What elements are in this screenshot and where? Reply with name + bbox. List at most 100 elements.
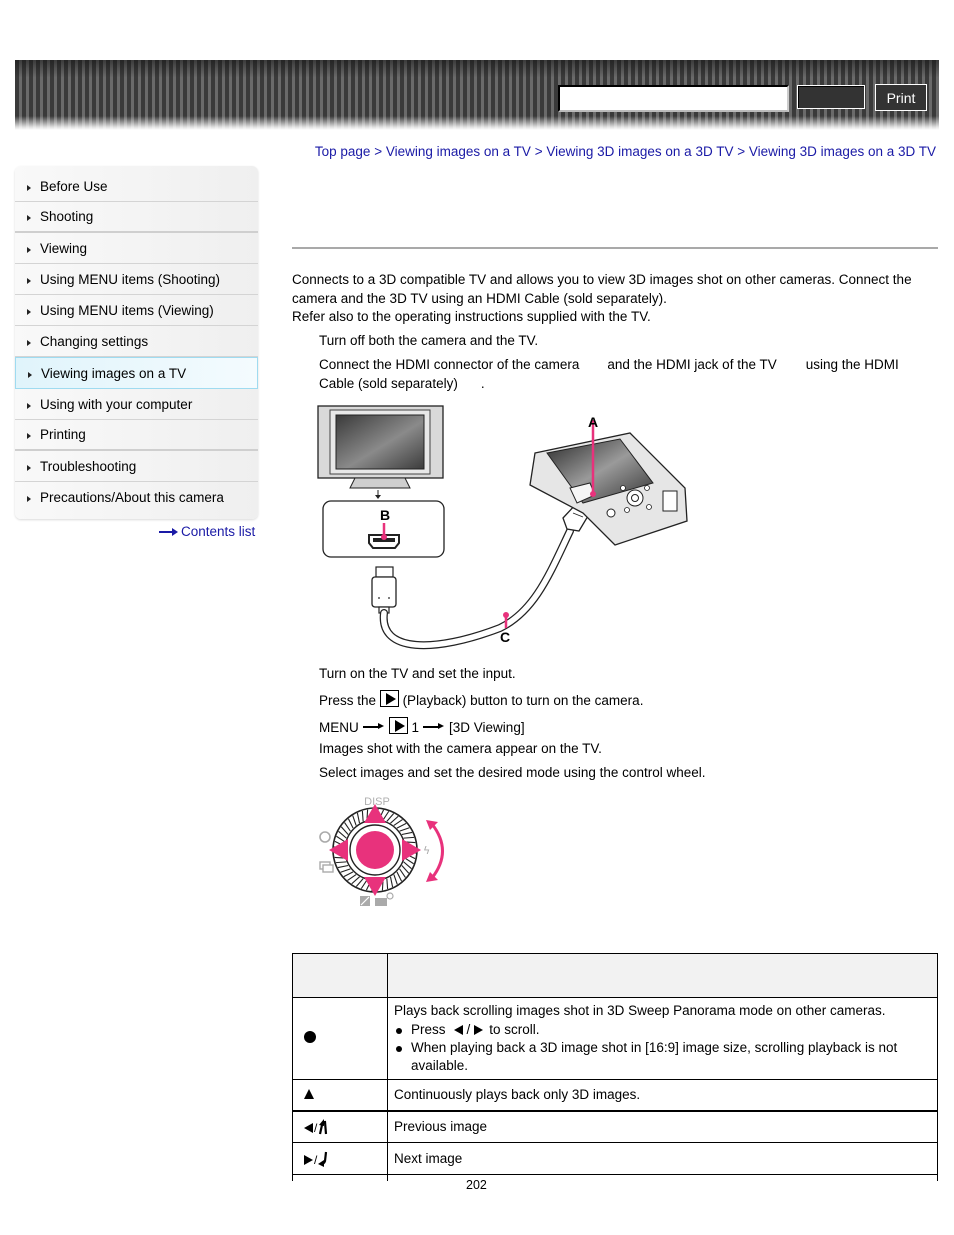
step-5: MENU 1 [3D Viewing] — [319, 717, 525, 738]
sidebar-item-label: Changing settings — [40, 333, 149, 349]
search-input[interactable] — [558, 85, 789, 112]
search-button[interactable] — [797, 85, 865, 109]
row-description: Plays back scrolling images shot in 3D S… — [394, 1003, 886, 1018]
rotate-counterclockwise-icon — [319, 1118, 328, 1134]
arrow-right-icon — [159, 527, 179, 537]
caret-right-icon — [27, 433, 31, 439]
bullet-text: to scroll. — [489, 1022, 540, 1037]
caret-right-icon — [27, 496, 31, 502]
sidebar-item-label: Troubleshooting — [40, 458, 137, 474]
wheel-tick — [386, 878, 389, 890]
left-triangle-icon — [304, 1122, 313, 1133]
sidebar-item-menu-shooting[interactable]: Using MENU items (Shooting) — [15, 264, 258, 295]
slash-separator: / — [314, 1152, 318, 1167]
row-description: Next image — [387, 1142, 938, 1175]
sidebar-item-menu-viewing[interactable]: Using MENU items (Viewing) — [15, 295, 258, 326]
breadcrumb-separator: > — [374, 144, 383, 159]
sidebar-item-viewing-on-tv[interactable]: Viewing images on a TV — [15, 357, 258, 389]
bullet-text: Press — [411, 1022, 446, 1037]
sidebar-item-printing[interactable]: Printing — [15, 420, 258, 451]
intro-text: Connects to a 3D compatible TV and allow… — [292, 271, 942, 327]
step-2-part-a: Connect the HDMI connector of the camera — [319, 357, 580, 372]
flash-icon: ϟ — [423, 844, 430, 857]
bullet-item: Press / to scroll. — [394, 1021, 931, 1039]
bullet-item: When playing back a 3D image shot in [16… — [394, 1039, 931, 1075]
caret-right-icon — [27, 308, 31, 315]
step-4-part-b: (Playback) button to turn on the camera. — [402, 693, 644, 708]
menu-page-number: 1 — [411, 720, 420, 735]
caret-right-icon — [27, 339, 31, 346]
sidebar-item-label: Viewing images on a TV — [41, 365, 187, 381]
sidebar-item-label: Viewing — [40, 240, 88, 256]
step-2-part-b: and the HDMI jack of the TV — [607, 357, 777, 372]
camera-illustration: A — [529, 414, 688, 546]
breadcrumb-top-page[interactable]: Top page — [315, 144, 371, 159]
sidebar-item-changing-settings[interactable]: Changing settings — [15, 326, 258, 357]
sidebar-item-label: Printing — [40, 427, 86, 442]
caret-right-icon — [27, 184, 31, 191]
step-2-part-e: . — [480, 375, 485, 391]
sidebar-item-label: Using MENU items (Shooting) — [40, 271, 221, 287]
breadcrumb-current-page[interactable]: Viewing 3D images on a 3D TV — [749, 144, 936, 159]
self-timer-icon — [319, 831, 331, 843]
right-triangle-icon — [474, 1025, 484, 1035]
header-cell-description — [387, 953, 938, 998]
breadcrumb-viewing-3d-section[interactable]: Viewing 3D images on a 3D TV — [546, 144, 733, 159]
contents-list-link[interactable]: Contents list — [159, 524, 255, 539]
exposure-icon — [360, 896, 370, 906]
center-button-icon — [304, 1031, 316, 1043]
up-triangle-icon — [304, 1089, 314, 1100]
arrow-right-icon — [423, 723, 445, 731]
wheel-tick — [361, 810, 364, 822]
sidebar-item-label: Precautions/About this camera — [40, 490, 224, 505]
sidebar-nav: Before Use Shooting Viewing Using MENU i… — [15, 166, 258, 519]
control-wheel-diagram: DISP ϟ — [319, 796, 444, 906]
step-3: Turn on the TV and set the input. — [319, 666, 516, 681]
table-row: / Next image — [292, 1142, 938, 1175]
label-c: C — [500, 629, 510, 645]
breadcrumb-separator: > — [737, 144, 746, 159]
label-a: A — [588, 414, 598, 430]
table-header-row — [292, 953, 938, 998]
rotate-clockwise-icon — [318, 1151, 328, 1167]
sidebar-item-before-use[interactable]: Before Use — [15, 171, 258, 202]
sidebar-item-label: Shooting — [40, 209, 94, 224]
contents-list-label: Contents list — [181, 524, 256, 539]
step-4-part-a: Press the — [319, 693, 377, 708]
menu-label: MENU — [319, 720, 359, 735]
sidebar-item-label: Using MENU items (Viewing) — [40, 302, 214, 318]
row-description: Continuously plays back only 3D images. — [387, 1079, 938, 1111]
step-2: Connect the HDMI connector of the camera… — [319, 356, 929, 393]
title-divider — [292, 247, 938, 249]
hdmi-connection-diagram: B C A — [317, 405, 688, 650]
breadcrumb-separator: > — [534, 144, 543, 159]
playback-menu-icon — [388, 717, 408, 734]
sidebar-item-viewing[interactable]: Viewing — [15, 233, 258, 264]
print-button[interactable]: Print — [875, 84, 927, 111]
caret-right-icon — [27, 402, 31, 409]
wheel-tick — [335, 861, 347, 864]
caret-right-icon — [27, 464, 31, 471]
control-mode-table: Plays back scrolling images shot in 3D S… — [292, 953, 938, 1181]
left-triangle-icon — [453, 1025, 463, 1035]
slash-separator: / — [314, 1120, 318, 1135]
sidebar-item-using-with-computer[interactable]: Using with your computer — [15, 389, 258, 420]
sidebar-item-precautions[interactable]: Precautions/About this camera — [15, 482, 258, 513]
row-description: Previous image — [387, 1109, 938, 1143]
right-triangle-icon — [304, 1154, 313, 1165]
sidebar-item-troubleshooting[interactable]: Troubleshooting — [15, 451, 258, 482]
rotate-arrow-icon — [430, 823, 444, 879]
caret-right-icon — [27, 215, 31, 221]
sidebar-item-shooting[interactable]: Shooting — [15, 202, 258, 233]
table-row: / Previous image — [292, 1109, 938, 1143]
step-1: Turn off both the camera and the TV. — [319, 333, 539, 348]
intro-note: Refer also to the operating instructions… — [292, 309, 651, 324]
center-button — [356, 831, 394, 869]
page-number: 202 — [466, 1178, 487, 1192]
wheel-tick — [403, 836, 415, 839]
breadcrumb-viewing-on-tv[interactable]: Viewing images on a TV — [386, 144, 531, 159]
step-2-part-c: using the HDMI — [805, 357, 899, 372]
menu-item-3d-viewing: [3D Viewing] — [449, 720, 525, 735]
hdmi-jack-callout: B — [322, 500, 445, 558]
step-2-part-d: Cable (sold separately) — [319, 375, 458, 391]
